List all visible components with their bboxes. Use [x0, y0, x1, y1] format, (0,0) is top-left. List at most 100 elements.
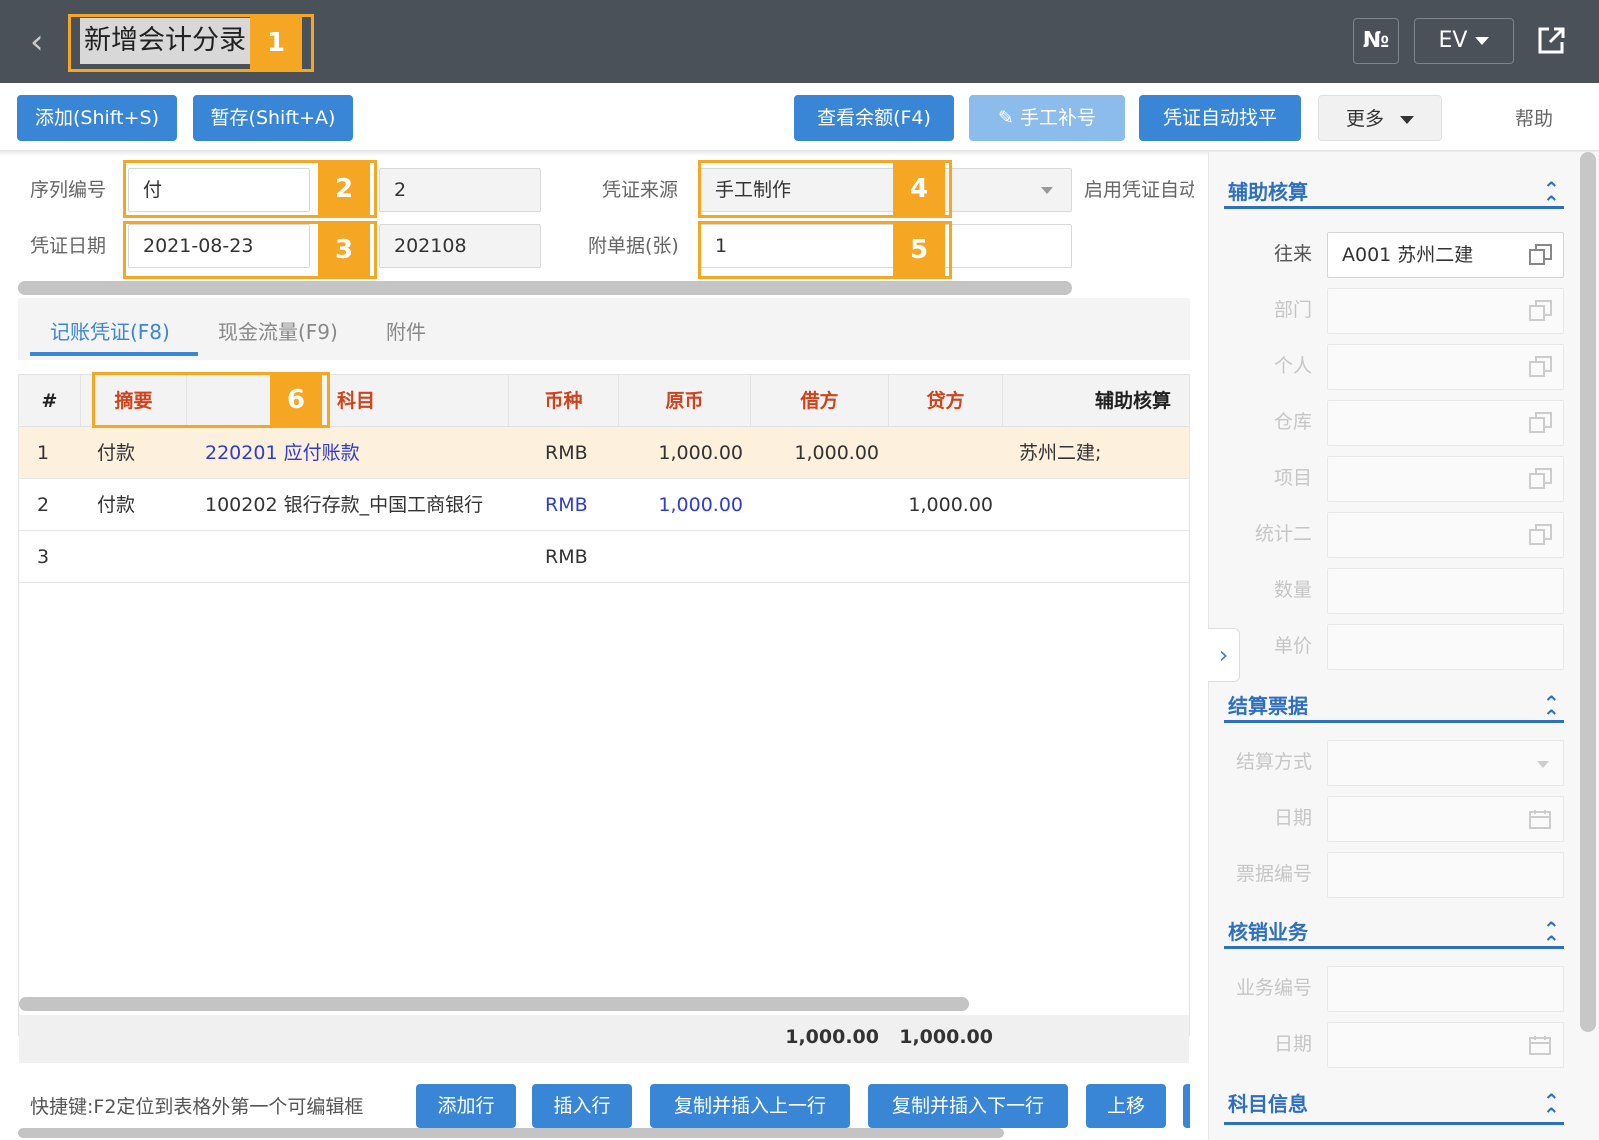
- share-icon[interactable]: [1536, 24, 1566, 56]
- col-header-summary[interactable]: 摘要: [81, 375, 187, 427]
- date-label: 凭证日期: [30, 235, 107, 257]
- aux-person-input[interactable]: [1327, 344, 1564, 390]
- account-info-section-title[interactable]: 科目信息: [1228, 1088, 1308, 1117]
- row-currency[interactable]: RMB: [545, 479, 588, 531]
- aux-label-project: 项目: [1273, 467, 1312, 489]
- ev-dropdown-button[interactable]: EV: [1414, 18, 1514, 64]
- copy-insert-below-button[interactable]: 复制并插入下一行: [868, 1084, 1068, 1128]
- row-credit[interactable]: 1,000.00: [889, 479, 993, 531]
- view-balance-button[interactable]: 查看余额(F4): [794, 95, 954, 141]
- more-row-actions-button[interactable]: [1183, 1084, 1190, 1128]
- attachments-input[interactable]: 1: [700, 224, 1072, 268]
- row-summary[interactable]: 付款: [97, 479, 135, 531]
- form-horizontal-scrollbar[interactable]: [18, 281, 1072, 295]
- help-link[interactable]: 帮助: [1515, 104, 1553, 131]
- row-original[interactable]: 1,000.00: [619, 479, 743, 531]
- auto-balance-button[interactable]: 凭证自动找平: [1139, 95, 1301, 141]
- aux-stat2-input[interactable]: [1327, 512, 1564, 558]
- settlement-section-title[interactable]: 结算票据: [1228, 690, 1308, 719]
- row-original[interactable]: 1,000.00: [619, 427, 743, 479]
- row-auxiliary[interactable]: 苏州二建;: [1019, 427, 1101, 479]
- row-debit[interactable]: [751, 531, 879, 583]
- number-button[interactable]: №: [1353, 18, 1399, 64]
- period-input[interactable]: 202108: [379, 224, 541, 268]
- marker-6: 6: [270, 375, 322, 425]
- sequence-number-input[interactable]: 2: [379, 168, 541, 212]
- col-header-currency[interactable]: 币种: [509, 375, 619, 427]
- auxiliary-section-title[interactable]: 辅助核算: [1228, 176, 1308, 205]
- aux-label-stat2: 统计二: [1254, 523, 1312, 545]
- tab-voucher[interactable]: 记账凭证(F8): [50, 316, 170, 345]
- aux-partner-value: A001 苏州二建: [1342, 244, 1474, 266]
- writeoff-date-input[interactable]: [1327, 1022, 1564, 1068]
- row-account-link[interactable]: 220201 应付账款: [205, 427, 360, 479]
- col-header-auxiliary[interactable]: 辅助核算: [1003, 375, 1191, 427]
- calendar-icon[interactable]: [1529, 809, 1551, 829]
- table-row[interactable]: 3 RMB: [19, 531, 1189, 583]
- section-divider: [1224, 1122, 1564, 1125]
- aux-warehouse-input[interactable]: [1327, 400, 1564, 446]
- row-debit[interactable]: [751, 479, 879, 531]
- col-header-original[interactable]: 原币: [619, 375, 751, 427]
- col-header-credit[interactable]: 贷方: [889, 375, 1003, 427]
- writeoff-section-title[interactable]: 核销业务: [1228, 916, 1308, 945]
- row-debit[interactable]: 1,000.00: [751, 427, 879, 479]
- settlement-date-input[interactable]: [1327, 796, 1564, 842]
- source-select[interactable]: 手工制作: [700, 168, 1072, 212]
- row-currency[interactable]: RMB: [545, 427, 588, 479]
- section-divider: [1224, 720, 1564, 723]
- row-credit[interactable]: [889, 427, 993, 479]
- aux-unit-price-input[interactable]: [1327, 624, 1564, 670]
- date-input[interactable]: 2021-08-23: [128, 224, 310, 268]
- grid-totals-row: 1,000.00 1,000.00: [19, 1015, 1189, 1063]
- table-row[interactable]: 1 付款 220201 应付账款 RMB 1,000.00 1,000.00 苏…: [19, 427, 1189, 479]
- active-tab-indicator: [30, 352, 198, 356]
- lookup-icon[interactable]: [1529, 524, 1553, 546]
- back-chevron-icon[interactable]: ‹: [30, 22, 58, 62]
- col-header-debit[interactable]: 借方: [751, 375, 889, 427]
- col-header-account[interactable]: 科目: [187, 375, 509, 427]
- move-up-button[interactable]: 上移: [1086, 1084, 1166, 1128]
- add-button[interactable]: 添加(Shift+S): [17, 95, 177, 141]
- more-dropdown-button[interactable]: 更多: [1318, 95, 1442, 141]
- app-header: ‹ 新增会计分录 № EV: [0, 0, 1599, 83]
- aux-department-input[interactable]: [1327, 288, 1564, 334]
- lookup-icon[interactable]: [1529, 468, 1553, 490]
- lookup-icon[interactable]: [1529, 244, 1553, 266]
- total-debit: 1,000.00: [785, 1026, 879, 1048]
- row-account[interactable]: 100202 银行存款_中国工商银行: [205, 479, 483, 531]
- marker-4: 4: [893, 163, 945, 215]
- add-row-button[interactable]: 添加行: [416, 1084, 516, 1128]
- row-original[interactable]: [619, 531, 743, 583]
- lookup-icon[interactable]: [1529, 300, 1553, 322]
- calendar-icon[interactable]: [1529, 1035, 1551, 1055]
- tab-cash-flow[interactable]: 现金流量(F9): [218, 316, 338, 345]
- aux-project-input[interactable]: [1327, 456, 1564, 502]
- aux-partner-input[interactable]: A001 苏州二建: [1327, 232, 1564, 278]
- save-draft-button[interactable]: 暂存(Shift+A): [193, 95, 353, 141]
- grid-horizontal-scrollbar[interactable]: [19, 997, 969, 1011]
- bottom-horizontal-scrollbar[interactable]: [18, 1128, 1004, 1138]
- row-summary[interactable]: 付款: [97, 427, 135, 479]
- row-currency[interactable]: RMB: [545, 531, 588, 583]
- row-credit[interactable]: [889, 531, 993, 583]
- lookup-icon[interactable]: [1529, 412, 1553, 434]
- writeoff-business-number-input[interactable]: [1327, 966, 1564, 1012]
- settlement-label-method: 结算方式: [1235, 751, 1312, 773]
- lookup-icon[interactable]: [1529, 356, 1553, 378]
- tab-attachments[interactable]: 附件: [386, 316, 426, 345]
- table-row[interactable]: 2 付款 100202 银行存款_中国工商银行 RMB 1,000.00 1,0…: [19, 479, 1189, 531]
- settlement-bill-number-input[interactable]: [1327, 852, 1564, 898]
- row-index: 2: [37, 494, 50, 516]
- manual-number-button[interactable]: ✎ 手工补号: [969, 95, 1125, 141]
- sequence-word-input[interactable]: 付: [128, 168, 310, 212]
- row-index: 1: [37, 442, 50, 464]
- collapse-up-icon[interactable]: ⌃ ⌃: [1543, 1091, 1560, 1125]
- settlement-method-select[interactable]: [1327, 740, 1564, 786]
- right-panel-vertical-scrollbar[interactable]: [1580, 152, 1596, 1032]
- insert-row-button[interactable]: 插入行: [532, 1084, 632, 1128]
- copy-insert-above-button[interactable]: 复制并插入上一行: [650, 1084, 850, 1128]
- writeoff-label-business-number: 业务编号: [1235, 977, 1312, 999]
- aux-quantity-input[interactable]: [1327, 568, 1564, 614]
- section-divider: [1224, 206, 1564, 209]
